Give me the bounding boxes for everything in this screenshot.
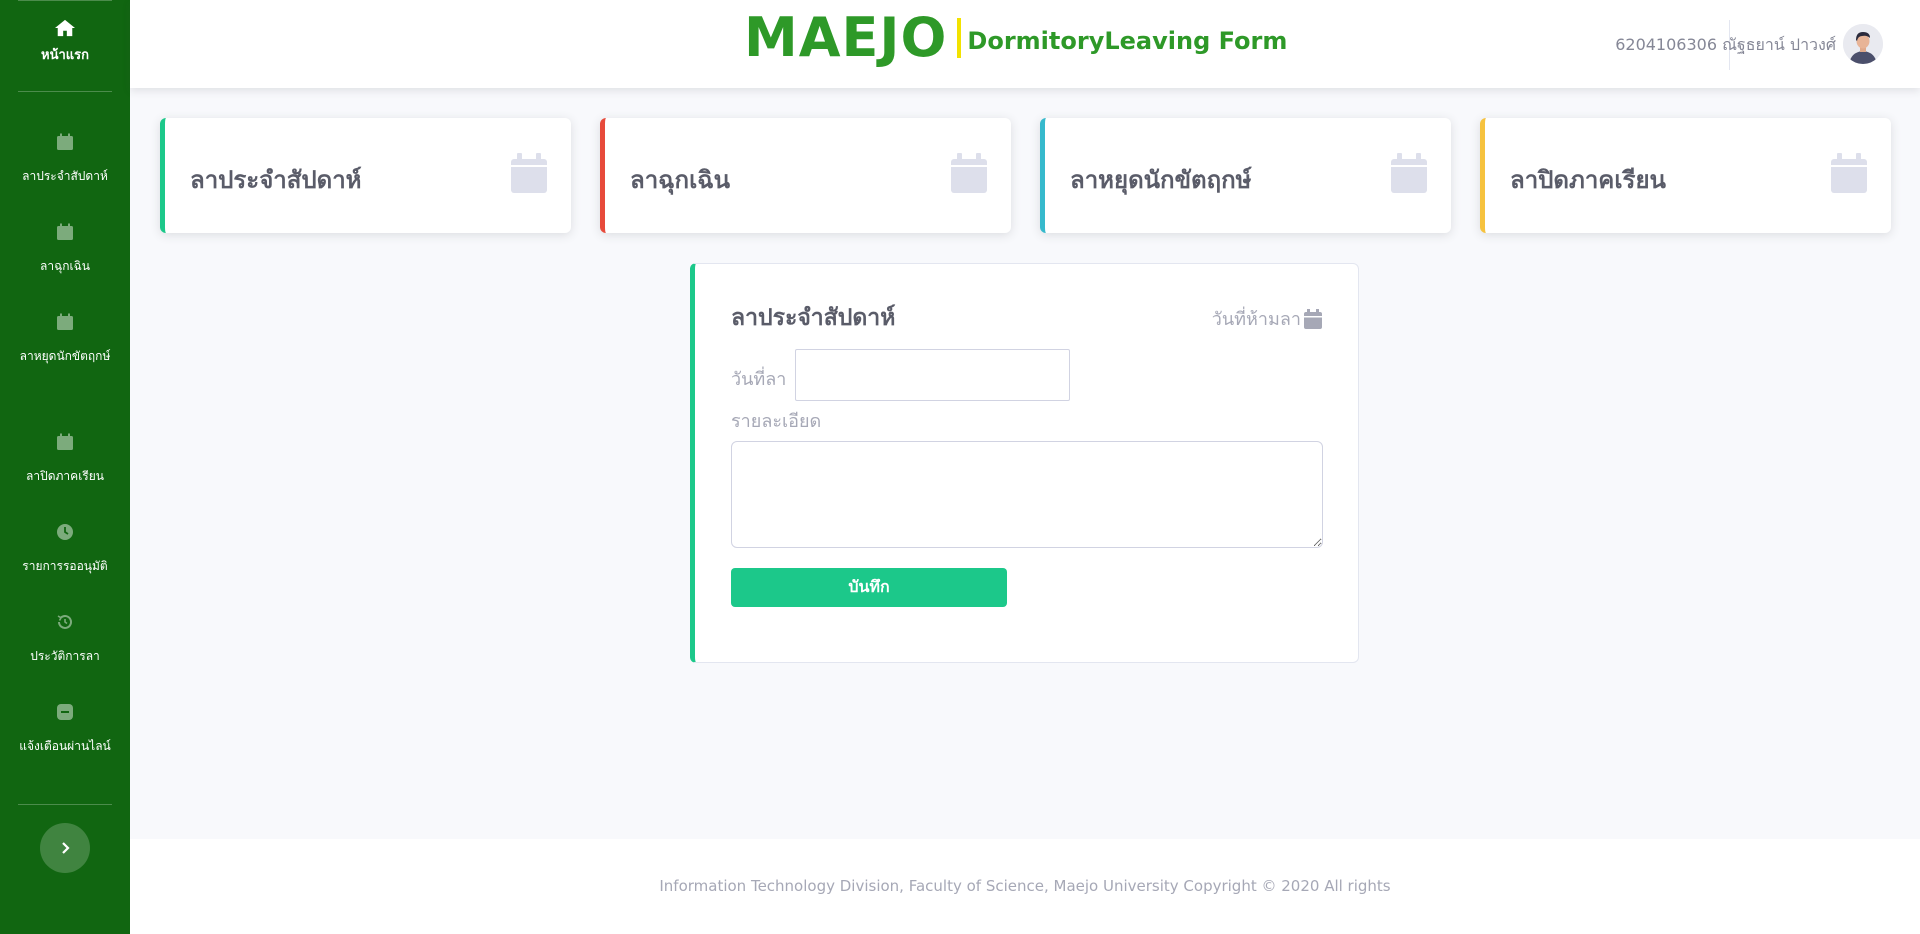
brand-subtitle: DormitoryLeaving Form [967,26,1288,55]
brand-logo: MAEJO [744,6,948,69]
card-title: ลาปิดภาคเรียน [1510,166,1666,194]
leave-date-label: วันที่ลา [731,369,787,390]
user-name[interactable]: 6204106306 ณัฐธยาน์ ปาวงศ์ [1615,33,1836,58]
sidebar-item-line-notify[interactable]: แจ้งเตือนผ่านไลน์ [0,703,130,761]
sidebar-toggle-button[interactable] [40,823,90,873]
leave-form-card: ลาประจำสัปดาห์ วันที่ห้ามลา วันที่ลา ราย… [690,263,1359,663]
sidebar-item-semester-leave[interactable]: ลาปิดภาคเรียน [0,433,130,491]
sidebar-item-label: แจ้งเตือนผ่านไลน์ [19,739,111,753]
card-title: ลาหยุดนักขัตฤกษ์ [1070,166,1252,194]
copyright-text: Information Technology Division, Faculty… [659,877,1391,895]
card-holiday-leave[interactable]: ลาหยุดนักขัตฤกษ์ [1040,118,1451,233]
sidebar-item-emergency-leave[interactable]: ลาฉุกเฉิน [0,223,130,281]
sidebar-item-label: ลาประจำสัปดาห์ [22,169,108,183]
sidebar-item-holiday-leave[interactable]: ลาหยุดนักขัตฤกษ์ [0,313,130,371]
calendar-icon [57,313,73,330]
sidebar-item-label: ลาฉุกเฉิน [39,259,90,273]
calendar-icon [1391,153,1427,193]
line-icon [57,704,73,720]
clock-icon [57,524,73,540]
sidebar: หน้าแรก ลาประจำสัปดาห์ ลาฉุกเฉิน ลาหยุดน… [0,0,130,934]
sidebar-item-label: หน้าแรก [41,48,89,63]
form-title: ลาประจำสัปดาห์ [731,305,896,331]
brand-separator [957,17,962,58]
sidebar-divider [18,91,112,92]
sidebar-item-pending-approval[interactable]: รายการรออนุมัติ [0,523,130,581]
calendar-icon [1831,153,1867,193]
leave-date-input[interactable] [795,349,1070,401]
home-icon [55,19,75,37]
history-icon [57,614,72,629]
calendar-icon [511,153,547,193]
chevron-right-icon [62,842,70,854]
brand: MAEJO DormitoryLeaving Form [744,6,1287,69]
sidebar-item-label: ประวัติการลา [30,649,100,663]
sidebar-item-label: รายการรออนุมัติ [22,559,108,573]
sidebar-divider [18,804,112,805]
card-emergency-leave[interactable]: ลาฉุกเฉิน [600,118,1011,233]
calendar-icon [57,223,73,240]
sidebar-item-weekly-leave[interactable]: ลาประจำสัปดาห์ [0,133,130,191]
sidebar-item-label: ลาหยุดนักขัตฤกษ์ [19,349,111,363]
save-button[interactable]: บันทึก [731,568,1007,607]
card-title: ลาฉุกเฉิน [630,166,731,194]
detail-label: รายละเอียด [731,411,822,432]
calendar-icon [57,133,73,150]
forbidden-dates-link[interactable]: วันที่ห้ามลา [1212,304,1322,333]
calendar-icon [57,433,73,450]
sidebar-item-label: ลาปิดภาคเรียน [26,469,104,483]
footer: Information Technology Division, Faculty… [130,839,1920,934]
topbar: MAEJO DormitoryLeaving Form 6204106306 ณ… [130,0,1920,88]
sidebar-item-home[interactable]: หน้าแรก [0,18,130,65]
card-weekly-leave[interactable]: ลาประจำสัปดาห์ [160,118,571,233]
user-avatar-icon [1843,24,1883,64]
detail-textarea[interactable] [731,441,1323,548]
calendar-icon [951,153,987,193]
card-semester-leave[interactable]: ลาปิดภาคเรียน [1480,118,1891,233]
card-title: ลาประจำสัปดาห์ [190,166,362,194]
avatar[interactable] [1843,24,1883,64]
sidebar-top-divider [18,0,112,1]
forbidden-dates-label: วันที่ห้ามลา [1211,309,1301,330]
sidebar-item-leave-history[interactable]: ประวัติการลา [0,613,130,671]
calendar-icon [1304,308,1322,329]
